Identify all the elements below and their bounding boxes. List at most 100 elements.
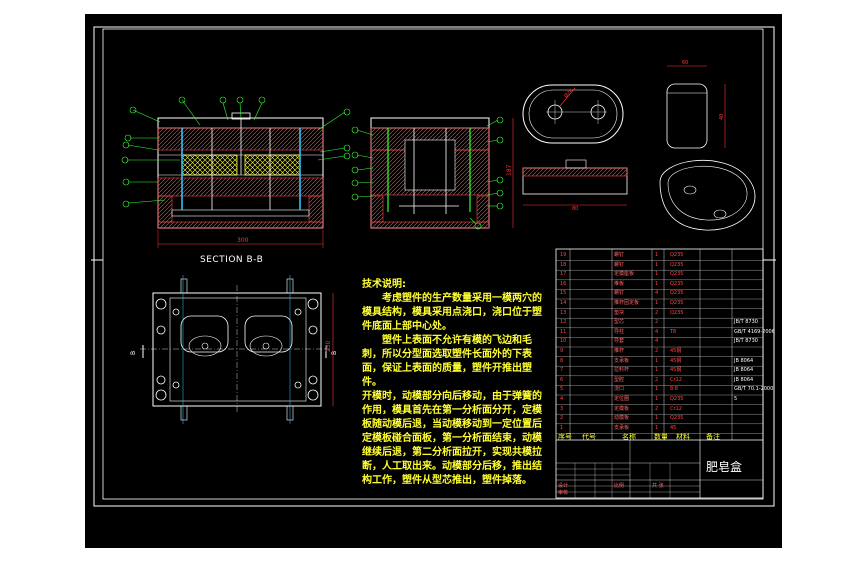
bom-header-mat: 材料 [676,433,690,441]
bom-cell-qty: 2 [655,309,659,316]
bom-cell-no: 19 [560,252,567,258]
bom-cell-name: 定位圈 [614,396,630,402]
bom-header-no: 序号 [558,433,572,441]
bom-cell-no: 3 [560,405,564,412]
part-top-view: Ø26 [522,84,624,144]
plan-view: B B 250 [130,275,338,424]
bom-cell-no: 6 [560,376,564,383]
part-width-dim: 80 [572,206,578,212]
part-length-dim: 60 [682,60,688,66]
bom-cell-mat: 8.8 [670,386,678,393]
bom-cell-name: 浇口 [614,386,625,393]
bom-cell-std: JB/T 8730 [734,338,758,345]
bom-cell-qty: 1 [655,261,659,268]
bom-cell-no: 2 [560,415,564,422]
bom-cell-qty: 1 [655,271,659,278]
bom-cell-name: 支承板 [614,424,630,431]
bom-cell-qty: 4 [655,328,659,335]
bom-cell-name: 推板 [614,280,625,287]
bom-cell-mat: Q235 [670,261,684,268]
bom-cell-no: 7 [560,367,564,374]
section-label: SECTION B-B [200,255,264,265]
bom-cell-no: 14 [560,300,567,306]
tb-checked: 审核 [558,490,569,496]
bom-cell-qty: 2 [655,348,659,354]
bom-cell-no: 16 [560,280,567,287]
bom-header-remark: 备注 [706,433,720,441]
bom-cell-mat: Q235 [670,280,684,287]
part-side-view: 80 [522,159,628,212]
bom-cell-std: 5 [734,396,738,402]
bom-cell-no: 12 [560,319,567,326]
bom-cell-no: 9 [560,348,564,354]
plan-height-dim: 250 [325,340,332,352]
bom-cell-mat: Cr12 [670,405,682,412]
bom-cell-mat: Q235 [670,300,684,306]
bom-cell-name: 支承板 [614,357,630,364]
bom-cell-std: JB/T 8730 [734,319,758,326]
bom-cell-name: 导柱 [614,328,625,335]
bom-cell-mat: T8 [670,328,677,335]
part-iso-view [659,160,756,231]
part-end-view: 60 40 [666,60,726,149]
bom-cell-qty: 1 [655,386,659,393]
bom-cell-qty: 4 [655,290,659,297]
bom-cell-qty: 1 [655,357,659,364]
bom-cell-qty: 1 [655,300,659,306]
bom-cell-name: 螺钉 [614,261,625,268]
bom-cell-no: 8 [560,357,564,364]
bom-cell-qty: 2 [655,319,659,326]
bom-cell-no: 10 [560,338,567,345]
bom-cell-std: JB 8064 [734,376,754,383]
bom-cell-mat: Q235 [670,271,684,278]
bom-cell-qty: 1 [655,396,659,402]
bom-cell-mat: Q235 [670,309,684,316]
side-height-dim: 187 [506,164,513,176]
bom-cell-std: GB/T 4169-2006 [734,328,775,335]
bom-cell-no: 17 [560,271,567,278]
bom-cell-no: 4 [560,396,564,402]
bom-cell-name: 螺钉 [614,252,625,258]
technical-notes: 技术说明: 考虑塑件的生产数量采用一模两穴的模具结构，模具采用点浇口，浇口位于塑… [362,278,550,488]
tb-sheet: 共 张 [652,483,664,489]
bom-cell-name: 定模板 [614,405,630,412]
view-mark-left: B [130,351,137,355]
bom-cell-name: 定模座板 [614,271,635,278]
bom-cell-no: 18 [560,261,567,268]
bom-cell-name: 螺钉 [614,290,625,297]
front-width-dim: 300 [237,237,249,244]
bom-cell-no: 5 [560,386,564,393]
bom-cell-name: 推杆 [614,348,625,354]
bom-cell-qty: 2 [655,376,659,383]
bom-cell-qty: 1 [655,252,659,258]
bom-header-code: 代号 [582,433,596,441]
notes-para-2: 塑件上表面不允许有模的飞边和毛刺，所以分型面选取塑件长面外的下表面，保证上表面的… [362,335,532,388]
view-mark-right: B [331,351,338,355]
bom-cell-mat: 45钢 [670,348,682,354]
bom-cell-name: 型腔 [614,376,625,383]
bom-cell-name: 导套 [614,338,625,345]
bom-cell-mat: Q235 [670,290,684,297]
notes-para-3: 开模时，动模部分向后移动，由于弹簧的作用，模具首先在第一分析面分开，定模板随动模… [362,391,542,486]
bom-cell-mat: Q235 [670,252,684,258]
bom-cell-std: JB 8064 [734,367,754,374]
bom-cell-std: JB 8064 [734,357,754,364]
bom-cell-qty: 1 [655,280,659,287]
notes-heading: 技术说明: [362,279,406,290]
bom-cell-mat: Q235 [670,396,684,402]
bom-cell-qty: 1 [655,415,659,422]
drawing-title: 肥皂盒 [706,460,743,474]
bom-cell-mat: Cr12 [670,376,682,383]
front-section-view: 300 [121,96,351,248]
bom-cell-no: 11 [560,328,567,335]
bom-cell-name: 垫块 [614,309,625,316]
bom-cell-qty: 1 [655,424,659,431]
bom-cell-name: 拉料杆 [614,367,630,374]
part-height-dim: 40 [719,114,725,120]
bom-cell-name: 动模板 [614,415,630,422]
bom-cell-qty: 4 [655,338,659,345]
bom-header-qty: 数量 [654,433,668,441]
bom-cell-std: GB/T 70.1-2000 [734,386,774,393]
bom-cell-qty: 1 [655,367,659,374]
bom-cell-mat: 45 [670,424,677,431]
